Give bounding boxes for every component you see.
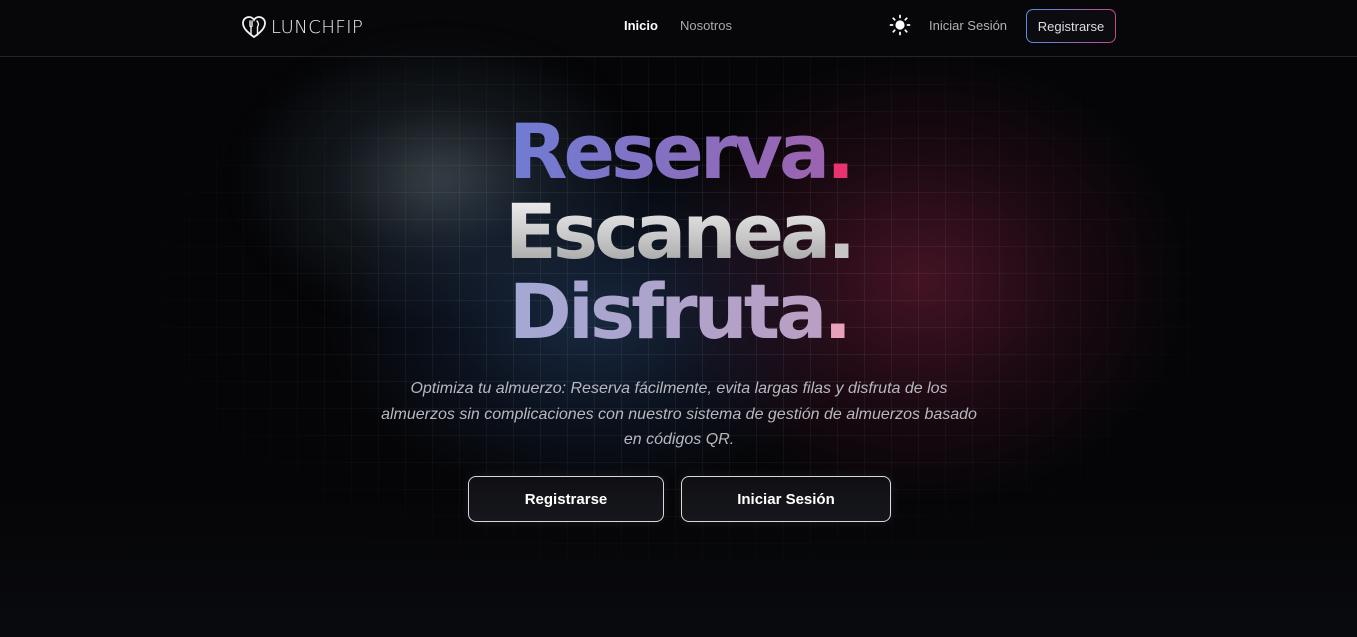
nav-links: Inicio Nosotros	[624, 18, 732, 33]
hero-line-escanea: Escanea.	[0, 192, 1357, 272]
logo-text: LUNCHFIP	[271, 16, 364, 38]
hero-word-reserva: Reserva	[508, 107, 827, 196]
cta-login-button[interactable]: Iniciar Sesión	[681, 476, 891, 522]
hero-line-disfruta: Disfruta.	[0, 272, 1357, 352]
page: LUNCHFIP Inicio Nosotros Iniciar Sesión …	[0, 0, 1357, 637]
hero-word-escanea: Escanea	[504, 187, 828, 276]
logo[interactable]: LUNCHFIP	[241, 13, 363, 41]
nav-link-inicio[interactable]: Inicio	[624, 18, 658, 33]
register-button[interactable]: Registrarse	[1026, 9, 1116, 43]
login-link[interactable]: Iniciar Sesión	[929, 18, 1007, 33]
hero-word-disfruta: Disfruta	[508, 267, 824, 356]
navbar: LUNCHFIP Inicio Nosotros Iniciar Sesión …	[0, 0, 1357, 57]
sun-icon	[889, 14, 911, 41]
hero-dot: .	[826, 107, 855, 196]
lunch-logo-icon	[241, 14, 267, 40]
hero-subtitle: Optimiza tu almuerzo: Reserva fácilmente…	[381, 380, 977, 448]
theme-toggle-button[interactable]	[888, 14, 912, 41]
hero-dot: .	[827, 187, 856, 276]
hero-line-reserva: Reserva.	[3, 112, 1357, 192]
cta-register-button[interactable]: Registrarse	[468, 476, 664, 522]
hero-dot: .	[823, 267, 852, 356]
hero-title: Reserva. Escanea. Disfruta.	[0, 112, 1357, 352]
nav-link-nosotros[interactable]: Nosotros	[680, 18, 732, 33]
background-bottom-fade	[0, 497, 1357, 637]
